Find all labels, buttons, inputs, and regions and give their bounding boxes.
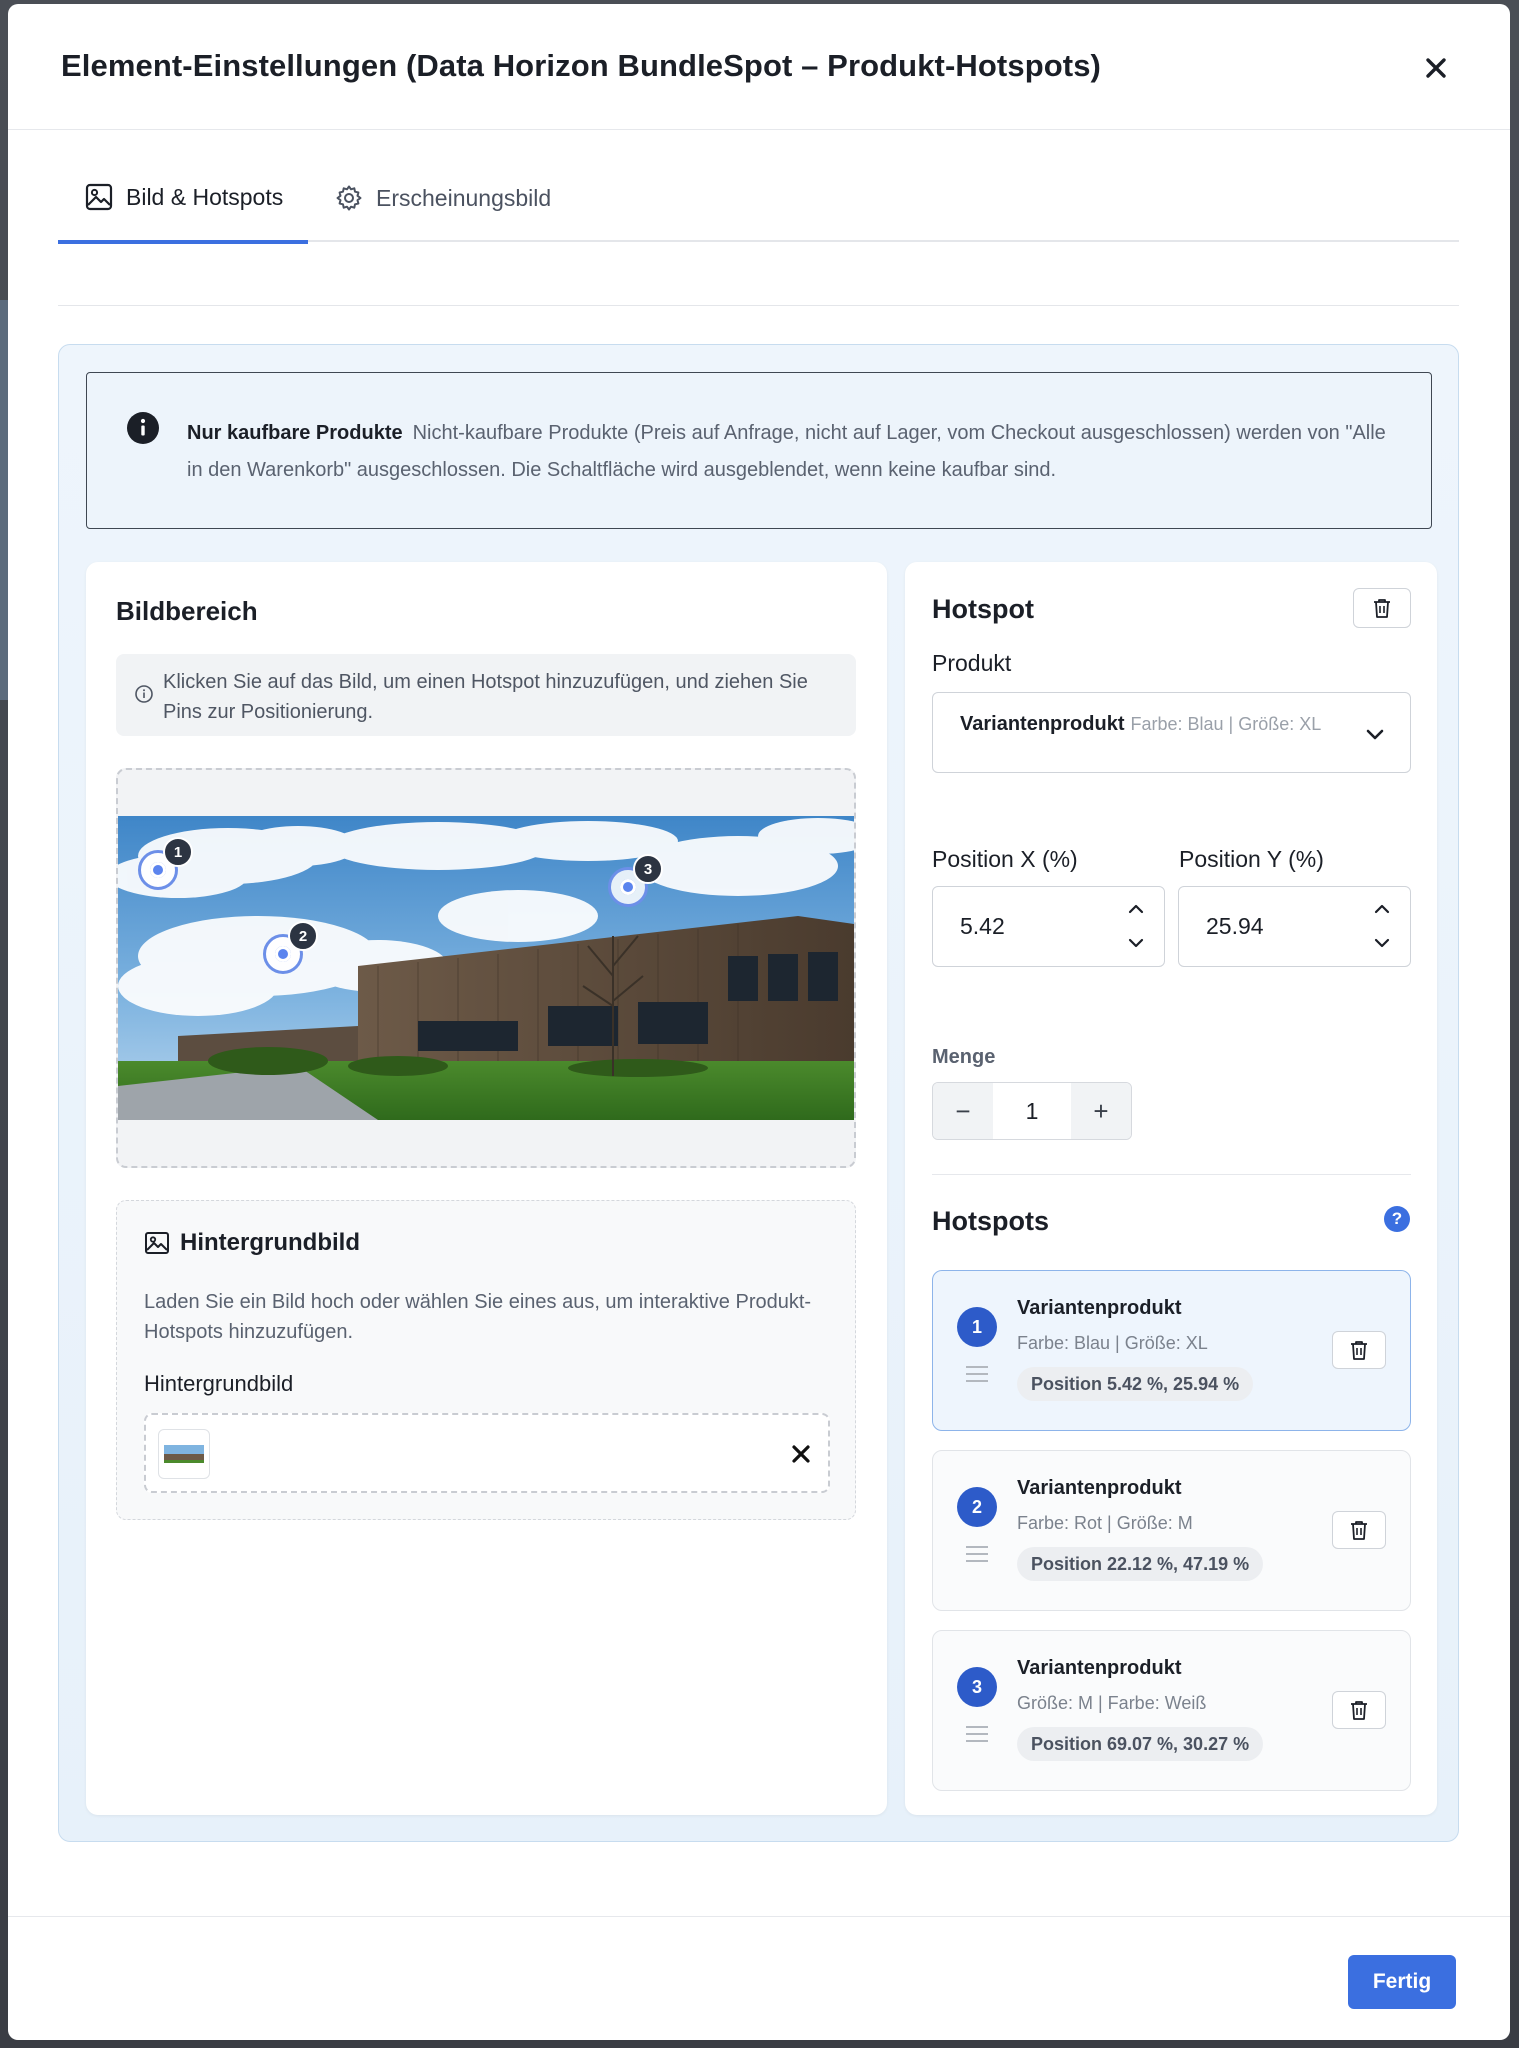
- info-notice: Nur kaufbare Produkte Nicht-kaufbare Prod…: [86, 372, 1432, 529]
- divider: [932, 1174, 1411, 1175]
- hotspot-attributes: Größe: M | Farbe: Weiß: [1017, 1693, 1207, 1713]
- position-x-value: 5.42: [960, 913, 1005, 939]
- pin-number: 1: [163, 837, 193, 867]
- hotspot-product-name: Variantenprodukt: [1017, 1297, 1182, 1319]
- close-button[interactable]: [1418, 50, 1454, 86]
- hotspot-position-badge: Position 22.12 %, 47.19 %: [1017, 1547, 1264, 1581]
- product-select[interactable]: Variantenprodukt Farbe: Blau | Größe: XL: [932, 692, 1411, 773]
- chevron-up-icon[interactable]: [1124, 897, 1148, 921]
- position-x-input[interactable]: 5.42: [932, 886, 1165, 967]
- hotspot-pin-2[interactable]: 2: [263, 921, 318, 974]
- delete-hotspot-button[interactable]: [1353, 588, 1411, 628]
- drag-handle-icon[interactable]: [964, 1723, 990, 1745]
- hotspot-pin-1[interactable]: 1: [138, 837, 193, 890]
- image-thumbnail: [158, 1429, 210, 1479]
- tab-appearance[interactable]: Erscheinungsbild: [334, 154, 551, 242]
- settings-modal: Element-Einstellungen (Data Horizon Bund…: [8, 4, 1510, 2040]
- delete-hotspot-3-button[interactable]: [1332, 1691, 1386, 1729]
- info-icon: [127, 412, 159, 444]
- quantity-stepper: − 1 +: [932, 1082, 1132, 1140]
- help-icon[interactable]: ?: [1384, 1206, 1410, 1232]
- hotspot-list-item-3[interactable]: 3 Variantenprodukt Größe: M | Farbe: Wei…: [932, 1630, 1411, 1791]
- drag-handle-icon[interactable]: [964, 1363, 990, 1385]
- hotspot-list-item-1[interactable]: 1 Variantenprodukt Farbe: Blau | Größe: …: [932, 1270, 1411, 1431]
- quantity-value[interactable]: 1: [993, 1083, 1071, 1139]
- position-y-input[interactable]: 25.94: [1178, 886, 1411, 967]
- modal-header: Element-Einstellungen (Data Horizon Bund…: [8, 4, 1510, 130]
- pin-number: 2: [288, 921, 318, 951]
- info-text: Nur kaufbare Produkte Nicht-kaufbare Prod…: [187, 415, 1397, 489]
- gear-icon: [336, 185, 362, 211]
- tab-label: Bild & Hotspots: [126, 183, 284, 210]
- content-panel: Nur kaufbare Produkte Nicht-kaufbare Prod…: [58, 344, 1459, 1842]
- hint-text: Klicken Sie auf das Bild, um einen Hotsp…: [163, 671, 808, 723]
- image-section: Bildbereich Klicken Sie auf das Bild, um…: [86, 562, 887, 1815]
- modal-footer: Fertig: [8, 1916, 1510, 2040]
- tab-label: Erscheinungsbild: [376, 184, 552, 211]
- trash-icon: [1351, 1341, 1367, 1360]
- hotspot-product-name: Variantenprodukt: [1017, 1477, 1182, 1499]
- background-description: Laden Sie ein Bild hoch oder wählen Sie …: [144, 1291, 812, 1343]
- hotspot-position-badge: Position 5.42 %, 25.94 %: [1017, 1367, 1254, 1401]
- hotspot-product-name: Variantenprodukt: [1017, 1657, 1182, 1679]
- background-image[interactable]: [118, 816, 854, 1120]
- image-icon: [85, 183, 113, 211]
- hotspot-number-badge: 1: [957, 1307, 997, 1347]
- hotspot-pin-3[interactable]: 3: [608, 854, 663, 907]
- delete-hotspot-1-button[interactable]: [1332, 1331, 1386, 1369]
- trash-icon: [1351, 1521, 1367, 1540]
- info-title: Nur kaufbare Produkte: [187, 422, 403, 444]
- chevron-up-icon[interactable]: [1370, 897, 1394, 921]
- drag-handle-icon[interactable]: [964, 1543, 990, 1565]
- product-variant: Farbe: Blau | Größe: XL: [1130, 714, 1322, 734]
- hotspots-title: Hotspots: [932, 1206, 1049, 1236]
- position-x-label: Position X (%): [932, 846, 1078, 872]
- tab-image-hotspots[interactable]: Bild & Hotspots: [58, 154, 308, 244]
- trash-icon: [1374, 599, 1390, 618]
- hotspot-number-badge: 3: [957, 1667, 997, 1707]
- trash-icon: [1351, 1701, 1367, 1720]
- hotspot-list-item-2[interactable]: 2 Variantenprodukt Farbe: Rot | Größe: M…: [932, 1450, 1411, 1611]
- divider: [58, 305, 1459, 306]
- image-canvas[interactable]: 1 2 3: [116, 768, 856, 1168]
- quantity-label: Menge: [932, 1046, 996, 1068]
- info-circle-icon: [135, 685, 153, 703]
- hotspot-number-badge: 2: [957, 1487, 997, 1527]
- background-image-card: Hintergrundbild Laden Sie ein Bild hoch …: [116, 1200, 856, 1520]
- image-icon: [145, 1232, 169, 1254]
- position-y-value: 25.94: [1206, 913, 1264, 939]
- position-y-label: Position Y (%): [1179, 846, 1324, 872]
- modal-title: Element-Einstellungen (Data Horizon Bund…: [61, 48, 1101, 83]
- product-select-value: Variantenprodukt Farbe: Blau | Größe: XL: [960, 705, 1340, 745]
- hotspot-attributes: Farbe: Rot | Größe: M: [1017, 1513, 1193, 1533]
- hotspot-editor: Hotspot Produkt Variantenprodukt Farbe: B…: [905, 562, 1437, 1815]
- background-card-title: Hintergrundbild: [144, 1229, 360, 1257]
- product-label: Produkt: [932, 650, 1012, 676]
- close-icon: [1426, 58, 1446, 78]
- hotspot-title: Hotspot: [932, 594, 1034, 624]
- chevron-down-icon[interactable]: [1124, 931, 1148, 955]
- done-button[interactable]: Fertig: [1348, 1955, 1456, 2009]
- product-name: Variantenprodukt: [960, 713, 1125, 735]
- image-upload-field[interactable]: [144, 1413, 830, 1493]
- background-field-label: Hintergrundbild: [144, 1371, 294, 1396]
- hotspot-attributes: Farbe: Blau | Größe: XL: [1017, 1333, 1208, 1353]
- chevron-down-icon[interactable]: [1370, 931, 1394, 955]
- tab-bar: Bild & Hotspots Erscheinungsbild: [58, 154, 1459, 244]
- hotspot-position-badge: Position 69.07 %, 30.27 %: [1017, 1727, 1264, 1761]
- increase-quantity-button[interactable]: +: [1071, 1083, 1131, 1139]
- delete-hotspot-2-button[interactable]: [1332, 1511, 1386, 1549]
- background-title-text: Hintergrundbild: [180, 1229, 360, 1256]
- decrease-quantity-button[interactable]: −: [933, 1083, 993, 1139]
- image-section-title: Bildbereich: [116, 596, 258, 626]
- pin-number: 3: [633, 854, 663, 884]
- hint-box: Klicken Sie auf das Bild, um einen Hotsp…: [116, 654, 856, 736]
- chevron-down-icon: [1366, 729, 1384, 740]
- remove-image-icon[interactable]: [786, 1439, 816, 1469]
